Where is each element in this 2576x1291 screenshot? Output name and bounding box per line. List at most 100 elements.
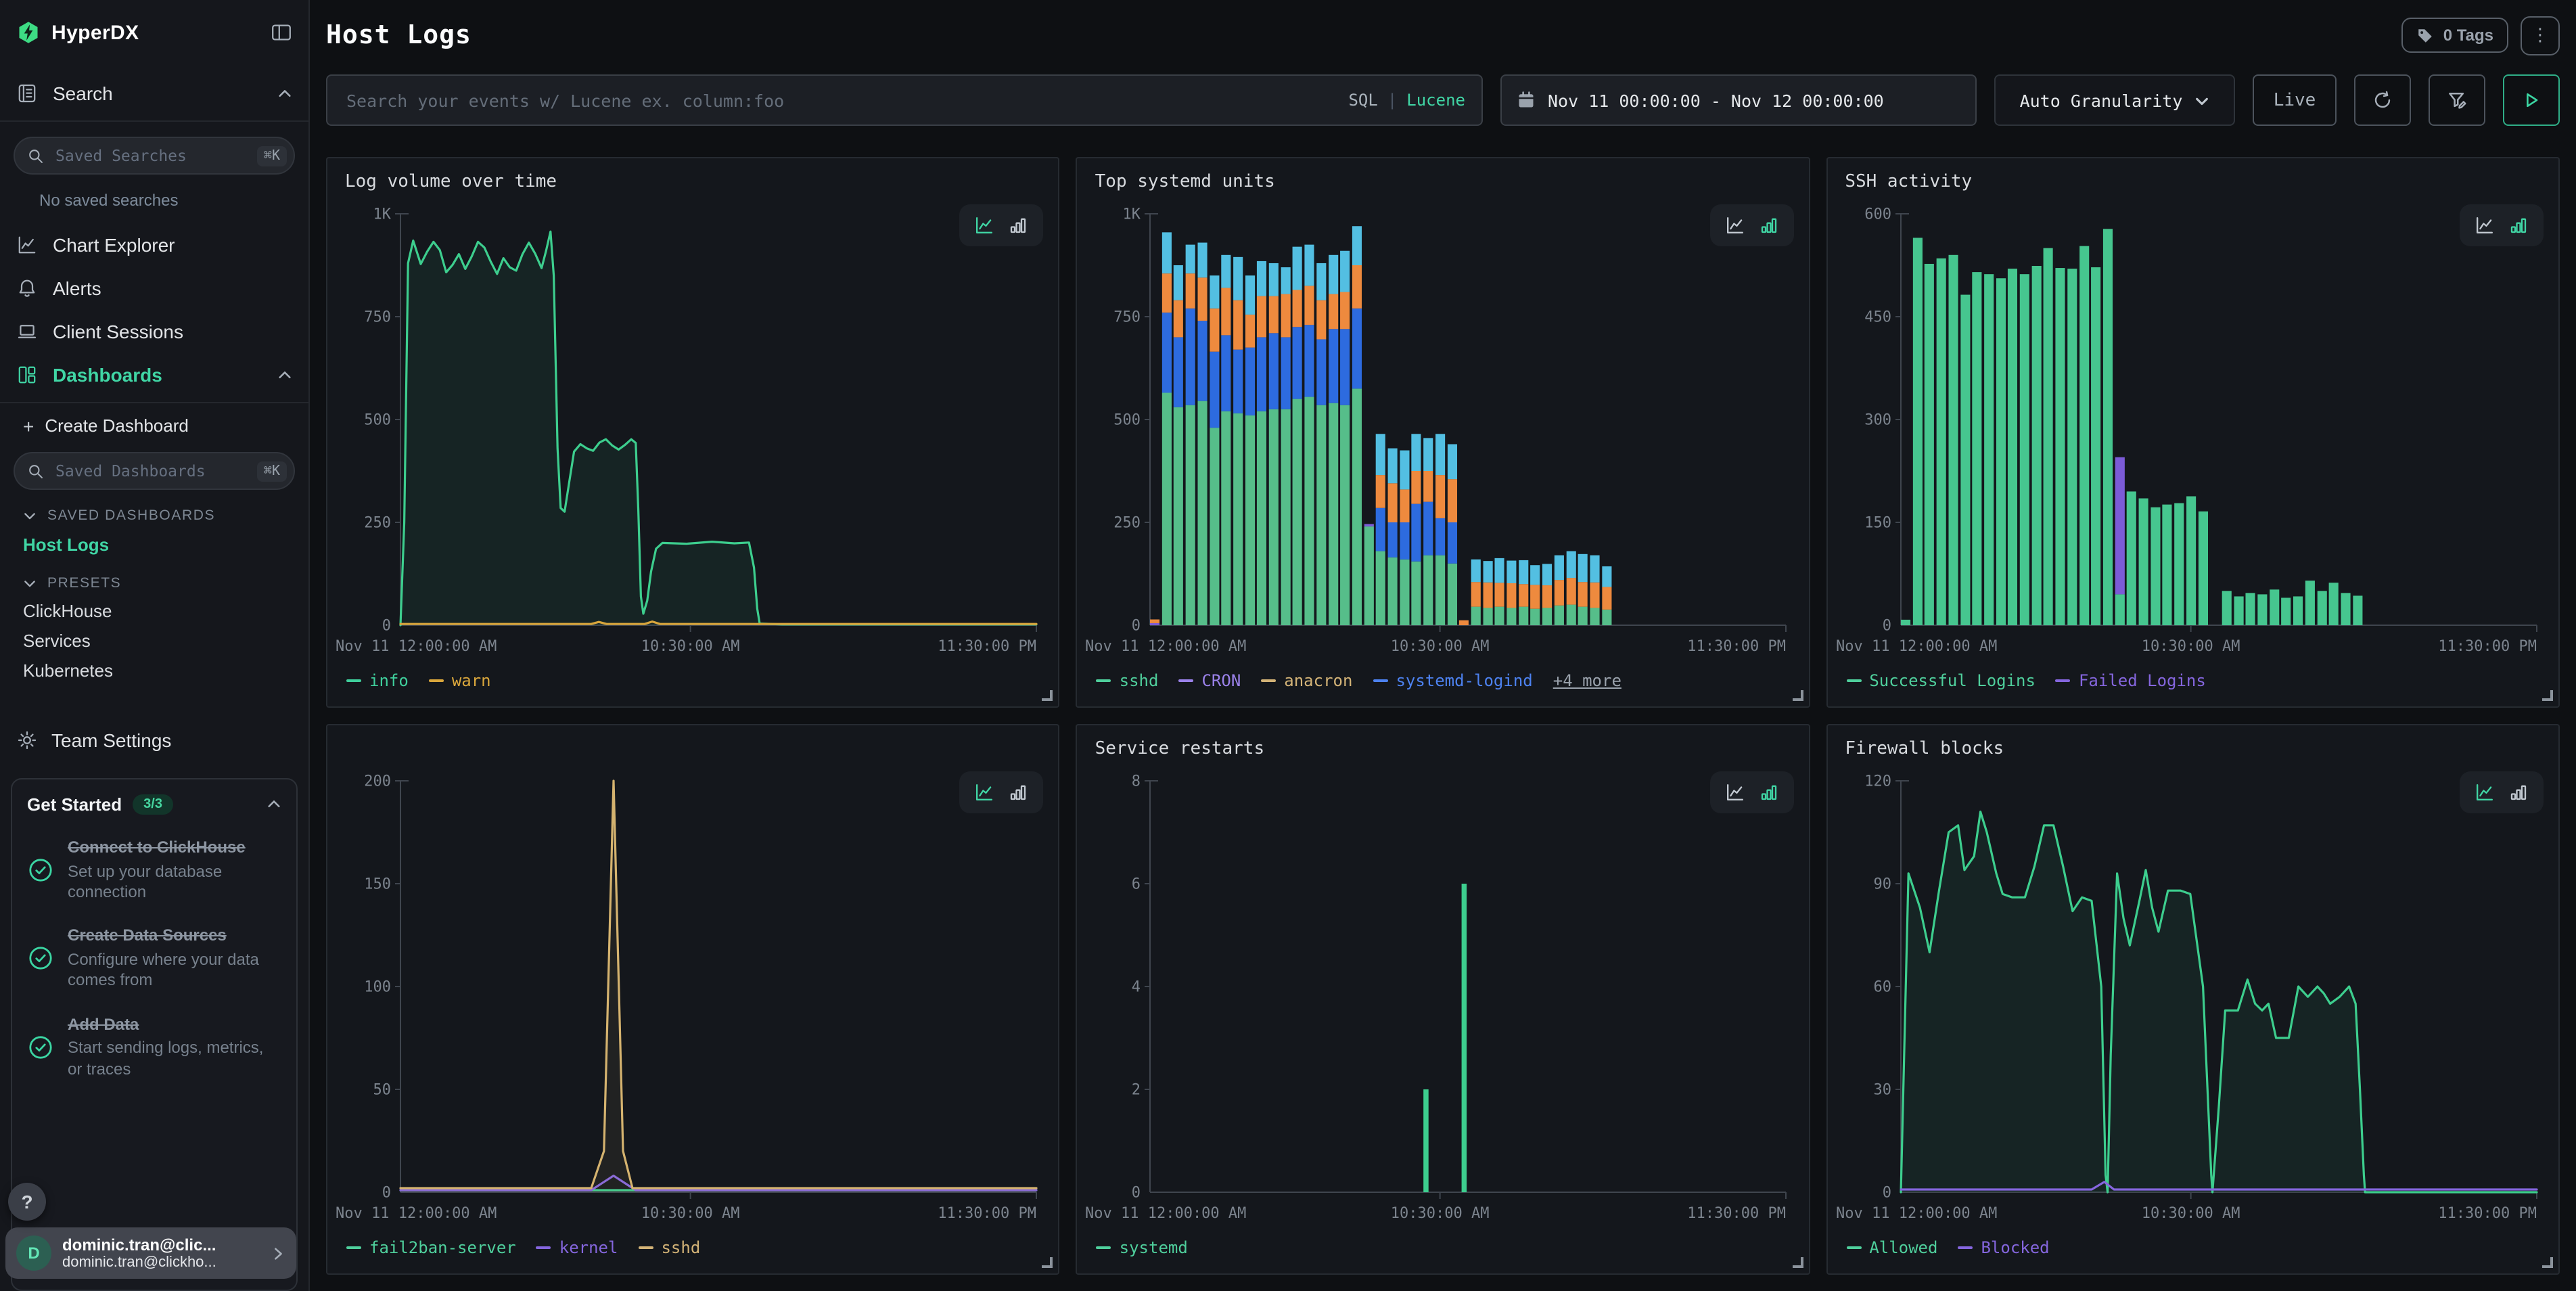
chart-view-toggle [960, 204, 1044, 246]
saved-searches-input[interactable] [53, 145, 249, 166]
kebab-menu-button[interactable]: ⋮ [2521, 16, 2560, 55]
legend-item[interactable]: kernel [536, 1238, 618, 1257]
svg-text:0: 0 [1882, 618, 1891, 635]
svg-text:30: 30 [1873, 1082, 1891, 1099]
sidebar-item-search[interactable]: Search [0, 72, 308, 115]
resize-handle[interactable] [1042, 1257, 1053, 1268]
sidebar-item-services[interactable]: Services [0, 624, 308, 654]
svg-text:0: 0 [1132, 618, 1141, 635]
resize-handle[interactable] [1042, 690, 1053, 701]
svg-text:500: 500 [1114, 412, 1141, 429]
laptop-icon [16, 321, 38, 342]
user-menu[interactable]: D dominic.tran@clic... dominic.tran@clic… [5, 1227, 296, 1279]
saved-dashboards-input-wrap[interactable]: ⌘K [14, 452, 295, 490]
saved-dashboards-section-header[interactable]: SAVED DASHBOARDS [0, 490, 308, 526]
line-chart-toggle-icon[interactable] [975, 782, 995, 802]
svg-text:90: 90 [1873, 876, 1891, 893]
legend-item[interactable]: warn [429, 671, 491, 690]
chart-canvas: 02505007501KNov 11 12:00:00 AM10:30:00 A… [1083, 203, 1803, 663]
legend-item[interactable]: fail2ban-server [346, 1238, 516, 1257]
sidebar-item-team-settings[interactable]: Team Settings [0, 719, 308, 762]
chart-title: Top systemd units [1083, 169, 1803, 203]
event-search-input[interactable] [344, 89, 1337, 112]
get-started-item-add-data[interactable]: Add Data Start sending logs, metrics, or… [27, 1014, 281, 1080]
granularity-select[interactable]: Auto Granularity [1994, 74, 2235, 126]
dashboard-grid: Log volume over time 02505007501KNov 11 … [326, 157, 2560, 1275]
svg-text:1K: 1K [373, 206, 392, 223]
svg-text:50: 50 [373, 1082, 392, 1099]
sidebar-item-clickhouse[interactable]: ClickHouse [0, 594, 308, 624]
legend-item[interactable]: systemd-logind [1373, 671, 1532, 690]
nav-label: Alerts [53, 277, 101, 299]
bar-chart-toggle-icon[interactable] [2508, 782, 2529, 802]
legend-item[interactable]: sshd [1097, 671, 1159, 690]
line-chart-toggle-icon[interactable] [2475, 215, 2495, 235]
svg-text:10:30:00 AM: 10:30:00 AM [2141, 1205, 2240, 1222]
lucene-toggle[interactable]: Lucene [1406, 91, 1465, 110]
bar-chart-toggle-icon[interactable] [1009, 782, 1029, 802]
sidebar-item-kubernetes[interactable]: Kubernetes [0, 654, 308, 683]
resize-handle[interactable] [2542, 1257, 2553, 1268]
live-button[interactable]: Live [2253, 74, 2337, 126]
refresh-button[interactable] [2354, 74, 2411, 126]
resize-handle[interactable] [1792, 690, 1803, 701]
legend-item[interactable]: +4 more [1553, 671, 1622, 690]
svg-text:200: 200 [364, 773, 391, 790]
line-chart-toggle-icon[interactable] [975, 215, 995, 235]
chart-title: SSH activity [1833, 169, 2553, 203]
legend-item[interactable]: systemd [1097, 1238, 1188, 1257]
saved-dashboards-input[interactable] [53, 460, 249, 482]
get-started-item-sources[interactable]: Create Data Sources Configure where your… [27, 926, 281, 992]
bar-chart-toggle-icon[interactable] [1758, 215, 1778, 235]
sidebar-item-chart-explorer[interactable]: Chart Explorer [0, 223, 308, 267]
svg-text:450: 450 [1864, 309, 1891, 326]
help-button[interactable]: ? [8, 1183, 46, 1221]
chart-canvas: 02468Nov 11 12:00:00 AM10:30:00 AM11:30:… [1083, 770, 1803, 1230]
chart-view-toggle [1709, 771, 1793, 813]
bar-chart-toggle-icon[interactable] [1009, 215, 1029, 235]
sidebar-item-alerts[interactable]: Alerts [0, 267, 308, 310]
svg-text:0: 0 [382, 1185, 391, 1202]
date-range-picker[interactable]: Nov 11 00:00:00 - Nov 12 00:00:00 [1500, 74, 1977, 126]
run-query-button[interactable] [2503, 74, 2560, 126]
legend-item[interactable]: Blocked [1958, 1238, 2049, 1257]
legend-item[interactable]: anacron [1261, 671, 1352, 690]
sidebar-item-dashboards[interactable]: Dashboards [0, 353, 308, 397]
bar-chart-toggle-icon[interactable] [1758, 782, 1778, 802]
chevron-up-icon[interactable] [267, 797, 281, 812]
sql-toggle[interactable]: SQL [1348, 91, 1377, 110]
svg-text:11:30:00 PM: 11:30:00 PM [938, 638, 1036, 655]
sidebar-item-host-logs[interactable]: Host Logs [0, 526, 308, 558]
create-dashboard-label: Create Dashboard [45, 415, 188, 436]
line-chart-toggle-icon[interactable] [2475, 782, 2495, 802]
bar-chart-toggle-icon[interactable] [2508, 215, 2529, 235]
create-dashboard-button[interactable]: + Create Dashboard [0, 403, 308, 438]
filter-button[interactable] [2429, 74, 2485, 126]
svg-text:Nov 11 12:00:00 AM: Nov 11 12:00:00 AM [336, 1205, 497, 1222]
legend-item[interactable]: CRON [1178, 671, 1241, 690]
saved-searches-input-wrap[interactable]: ⌘K [14, 137, 295, 175]
svg-text:Nov 11 12:00:00 AM: Nov 11 12:00:00 AM [336, 638, 497, 655]
chart-legend: Allowed Blocked [1833, 1230, 2553, 1257]
sidebar-item-client-sessions[interactable]: Client Sessions [0, 310, 308, 353]
svg-text:10:30:00 AM: 10:30:00 AM [2141, 638, 2240, 655]
svg-text:10:30:00 AM: 10:30:00 AM [641, 638, 740, 655]
legend-item[interactable]: Failed Logins [2056, 671, 2206, 690]
legend-item[interactable]: Successful Logins [1846, 671, 2036, 690]
line-chart-toggle-icon[interactable] [1724, 782, 1745, 802]
resize-handle[interactable] [1792, 1257, 1803, 1268]
play-icon [2522, 91, 2541, 110]
legend-item[interactable]: Allowed [1846, 1238, 1937, 1257]
sidebar-collapse-icon[interactable] [271, 22, 292, 43]
line-chart-toggle-icon[interactable] [1724, 215, 1745, 235]
legend-item[interactable]: sshd [638, 1238, 700, 1257]
chart-panel-top-systemd-units: Top systemd units 02505007501KNov 11 12:… [1076, 157, 1810, 708]
chart-legend: info warn [333, 663, 1053, 690]
resize-handle[interactable] [2542, 690, 2553, 701]
legend-item[interactable]: info [346, 671, 409, 690]
tags-button[interactable]: 0 Tags [2401, 18, 2508, 53]
event-search-input-wrap[interactable]: SQL | Lucene [326, 74, 1483, 126]
sidebar-search-label: Search [53, 83, 113, 104]
get-started-item-connect[interactable]: Connect to ClickHouse Set up your databa… [27, 838, 281, 903]
presets-section-header[interactable]: PRESETS [0, 558, 308, 594]
